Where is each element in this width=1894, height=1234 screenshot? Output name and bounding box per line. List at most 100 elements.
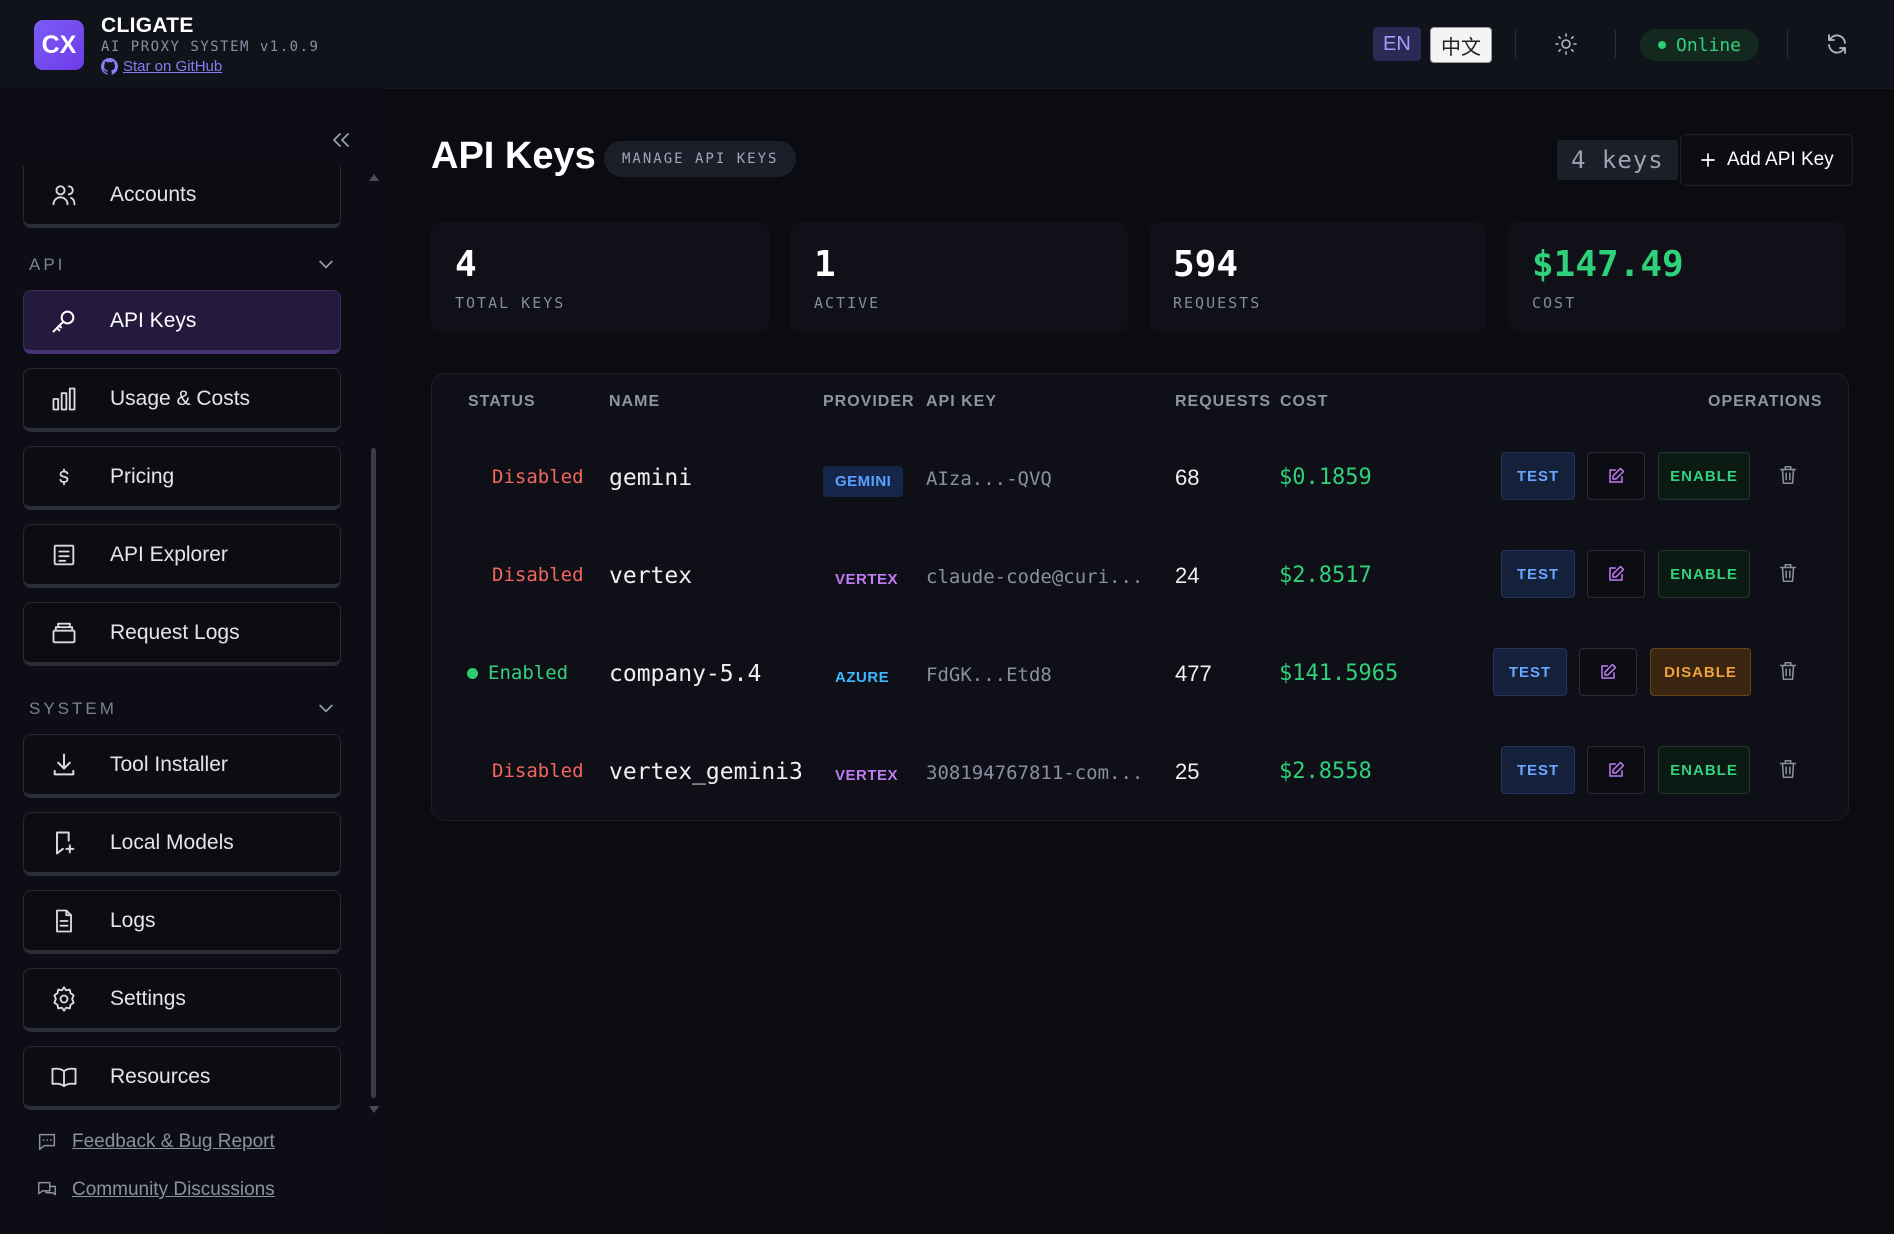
archive-icon — [50, 619, 78, 647]
chevron-down-icon — [319, 704, 333, 713]
page-subtitle-chip: MANAGE API KEYS — [604, 141, 797, 177]
users-icon — [50, 181, 78, 209]
column-header-provider: PROVIDER — [823, 393, 915, 410]
edit-icon — [1609, 565, 1625, 581]
cost-value: $2.8558 — [1279, 759, 1372, 784]
column-header-cost: COST — [1280, 393, 1329, 410]
bar-chart-icon — [50, 385, 78, 413]
sun-icon — [1555, 33, 1577, 55]
delete-button[interactable] — [1777, 660, 1799, 682]
api-key-value: AIza...-QVQ — [926, 468, 1052, 490]
enabled-dot — [467, 667, 478, 679]
sidebar-item-label: Accounts — [110, 183, 197, 206]
column-header-status: STATUS — [468, 393, 536, 410]
sidebar-item-request-logs[interactable]: Request Logs — [23, 602, 341, 666]
section-system-toggle[interactable] — [316, 698, 336, 718]
edit-icon — [1609, 467, 1625, 483]
sidebar-item-label: Local Models — [110, 830, 234, 854]
provider-badge: GEMINI — [823, 466, 904, 497]
sidebar-item-label: Settings — [110, 986, 186, 1010]
scroll-down-arrow[interactable] — [369, 1106, 379, 1113]
refresh-icon — [1828, 34, 1846, 54]
api-key-value: 308194767811-com... — [926, 762, 1144, 784]
app-header: CX CLIGATE AI PROXY SYSTEM v1.0.9 Star o… — [0, 0, 1894, 89]
column-header-requests: REQUESTS — [1175, 393, 1272, 410]
sidebar-collapse-button[interactable] — [329, 128, 353, 152]
lang-en-button[interactable]: EN — [1373, 27, 1421, 61]
sidebar-scrollbar[interactable] — [371, 448, 376, 1098]
stat-value: $147.49 — [1532, 244, 1684, 285]
message-icon — [38, 1133, 56, 1151]
section-api-heading: API — [29, 255, 66, 274]
key-name: company-5.4 — [609, 661, 762, 687]
edit-button[interactable] — [1587, 746, 1645, 794]
delete-button[interactable] — [1777, 562, 1799, 584]
status-text: Online — [1676, 34, 1742, 56]
enable-button[interactable]: ENABLE — [1658, 550, 1750, 598]
refresh-button[interactable] — [1825, 32, 1849, 56]
sidebar-item-label: API Keys — [110, 308, 197, 332]
add-api-key-button[interactable]: Add API Key — [1680, 134, 1853, 186]
theme-toggle-button[interactable] — [1554, 32, 1578, 56]
sidebar-item-accounts[interactable]: Accounts — [23, 166, 341, 228]
key-name: gemini — [609, 465, 693, 491]
trash-icon — [1779, 661, 1797, 681]
cost-value: $2.8517 — [1279, 563, 1372, 588]
stat-value: 594 — [1173, 244, 1239, 285]
enable-button[interactable]: ENABLE — [1658, 746, 1750, 794]
sidebar-item-pricing[interactable]: Pricing — [23, 446, 341, 510]
chevrons-left-icon — [333, 133, 349, 147]
sidebar-item-usage-costs[interactable]: Usage & Costs — [23, 368, 341, 432]
api-key-value: claude-code@curi... — [926, 566, 1144, 588]
book-open-icon — [49, 1063, 79, 1091]
stat-label: TOTAL KEYS — [455, 294, 566, 312]
test-button[interactable]: TEST — [1501, 452, 1575, 500]
sidebar-item-label: Tool Installer — [110, 752, 228, 776]
github-link[interactable]: Star on GitHub — [101, 58, 222, 75]
edit-icon — [1601, 663, 1617, 679]
page-title: API Keys — [431, 135, 596, 177]
section-system-heading: SYSTEM — [29, 699, 117, 718]
disable-button[interactable]: DISABLE — [1650, 648, 1751, 696]
sidebar-item-tool-installer[interactable]: Tool Installer — [23, 734, 341, 798]
sidebar-item-settings[interactable]: Settings — [23, 968, 341, 1032]
requests-count: 24 — [1175, 563, 1200, 588]
chat-icon — [38, 1181, 56, 1196]
trash-icon — [1779, 465, 1797, 485]
test-button[interactable]: TEST — [1501, 746, 1575, 794]
feedback-link[interactable]: Feedback & Bug Report — [36, 1131, 275, 1153]
sidebar-item-local-models[interactable]: Local Models — [23, 812, 341, 876]
sidebar-item-resources[interactable]: Resources — [23, 1046, 341, 1110]
scroll-up-arrow[interactable] — [369, 174, 379, 181]
sidebar-item-label: Usage & Costs — [110, 386, 251, 410]
column-header-api-key: API KEY — [926, 393, 998, 410]
status-text: Disabled — [492, 466, 584, 488]
delete-button[interactable] — [1777, 464, 1799, 486]
add-api-key-label: Add API Key — [1727, 149, 1834, 170]
lang-zh-button[interactable]: 中文 — [1430, 27, 1492, 63]
edit-button[interactable] — [1587, 550, 1645, 598]
status-dot — [1658, 41, 1666, 49]
feedback-link-text: Feedback & Bug Report — [72, 1131, 275, 1152]
requests-count: 68 — [1175, 465, 1200, 490]
header-divider — [1615, 30, 1616, 58]
cost-value: $141.5965 — [1279, 661, 1399, 686]
provider-badge: VERTEX — [835, 571, 899, 588]
provider-badge: AZURE — [835, 669, 890, 686]
stat-value: 4 — [455, 244, 477, 285]
github-link-text: Star on GitHub — [123, 58, 223, 75]
edit-button[interactable] — [1579, 648, 1637, 696]
test-button[interactable]: TEST — [1501, 550, 1575, 598]
file-text-icon — [50, 907, 78, 935]
section-api-toggle[interactable] — [316, 254, 336, 274]
download-icon — [50, 751, 78, 779]
test-button[interactable]: TEST — [1493, 648, 1567, 696]
edit-button[interactable] — [1587, 452, 1645, 500]
sidebar-item-api-explorer[interactable]: API Explorer — [23, 524, 341, 588]
cost-value: $0.1859 — [1279, 465, 1372, 490]
sidebar-item-logs[interactable]: Logs — [23, 890, 341, 954]
sidebar-item-api-keys[interactable]: API Keys — [23, 290, 341, 354]
delete-button[interactable] — [1777, 758, 1799, 780]
community-link[interactable]: Community Discussions — [36, 1179, 275, 1201]
enable-button[interactable]: ENABLE — [1658, 452, 1750, 500]
